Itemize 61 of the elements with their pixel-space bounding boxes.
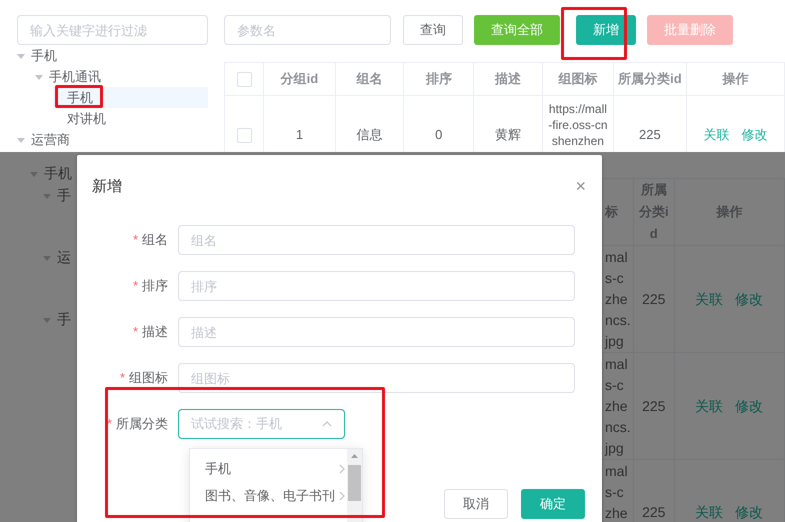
action-link[interactable]: 修改: [734, 504, 763, 520]
action-link[interactable]: 关联: [703, 127, 730, 142]
action-link[interactable]: 修改: [734, 398, 763, 414]
table-cell: 225: [633, 246, 674, 352]
tree-item[interactable]: 运营商: [17, 129, 208, 150]
tree-item[interactable]: 手机: [30, 163, 77, 185]
action-link[interactable]: 修改: [741, 127, 768, 142]
annotation-frame: [55, 85, 103, 108]
tree-item[interactable]: 对讲机: [53, 108, 208, 129]
toolbar-button[interactable]: 查询全部: [474, 15, 560, 45]
expand-icon[interactable]: [17, 136, 25, 144]
select-field[interactable]: 试试搜索：手机: [178, 409, 345, 439]
expand-icon[interactable]: [35, 72, 43, 80]
expand-icon[interactable]: [30, 170, 38, 178]
dialog-button[interactable]: 取消: [444, 489, 508, 519]
column-header: 操作: [686, 62, 784, 96]
filter-field[interactable]: 输入关键字进行过滤: [17, 15, 208, 45]
field-label: * 排序: [132, 277, 169, 295]
field-label: * 描述: [132, 323, 169, 341]
field-label: * 组图标: [118, 369, 169, 387]
column-header: 组图标: [542, 62, 614, 96]
expand-icon[interactable]: [43, 316, 51, 324]
column-header: 所属分类id: [614, 62, 686, 96]
chevron-up-icon: [322, 421, 332, 427]
checkbox[interactable]: [236, 128, 252, 144]
tree-item[interactable]: 手: [43, 309, 77, 331]
text-field[interactable]: 组名: [178, 225, 575, 255]
chevron-right-icon: [339, 464, 345, 474]
chevron-right-icon: [339, 490, 345, 500]
dropdown-option[interactable]: 图书、音像、电子书刊: [190, 482, 345, 509]
dialog-title: 新增: [92, 176, 122, 196]
action-link[interactable]: 修改: [734, 290, 763, 306]
expand-icon[interactable]: [43, 254, 51, 262]
tree-item[interactable]: 手机: [17, 45, 208, 66]
column-header: 分组id: [264, 62, 336, 96]
table-cell: 225: [633, 352, 674, 460]
annotation-frame: [561, 7, 627, 60]
tree-item[interactable]: 运: [43, 247, 77, 269]
action-link[interactable]: 关联: [694, 398, 723, 414]
toolbar-button[interactable]: 新增: [576, 15, 636, 45]
dropdown-option[interactable]: 手机: [190, 455, 345, 482]
expand-icon[interactable]: [17, 52, 25, 60]
column-header: 描述: [474, 62, 542, 96]
action-link[interactable]: 关联: [694, 504, 723, 520]
tree-item[interactable]: 手机通讯: [35, 66, 208, 87]
search-field[interactable]: 参数名: [224, 15, 391, 45]
tree-item[interactable]: 手机: [53, 87, 208, 108]
expand-icon[interactable]: [43, 192, 51, 200]
column-header: 组名: [335, 62, 404, 96]
scrollbar[interactable]: [347, 449, 362, 522]
checkbox[interactable]: [236, 72, 252, 88]
tree-item[interactable]: 手: [43, 185, 77, 207]
action-link[interactable]: 关联: [694, 290, 723, 306]
toolbar-button[interactable]: 查询: [403, 15, 463, 45]
field-label: * 组名: [132, 231, 169, 249]
column-header: 排序: [404, 62, 474, 96]
text-field[interactable]: 组图标: [178, 363, 575, 393]
dialog-button[interactable]: 确定: [521, 489, 585, 519]
text-field[interactable]: 排序: [178, 271, 575, 301]
text-field[interactable]: 描述: [178, 317, 575, 347]
close-button[interactable]: ×: [575, 176, 586, 196]
